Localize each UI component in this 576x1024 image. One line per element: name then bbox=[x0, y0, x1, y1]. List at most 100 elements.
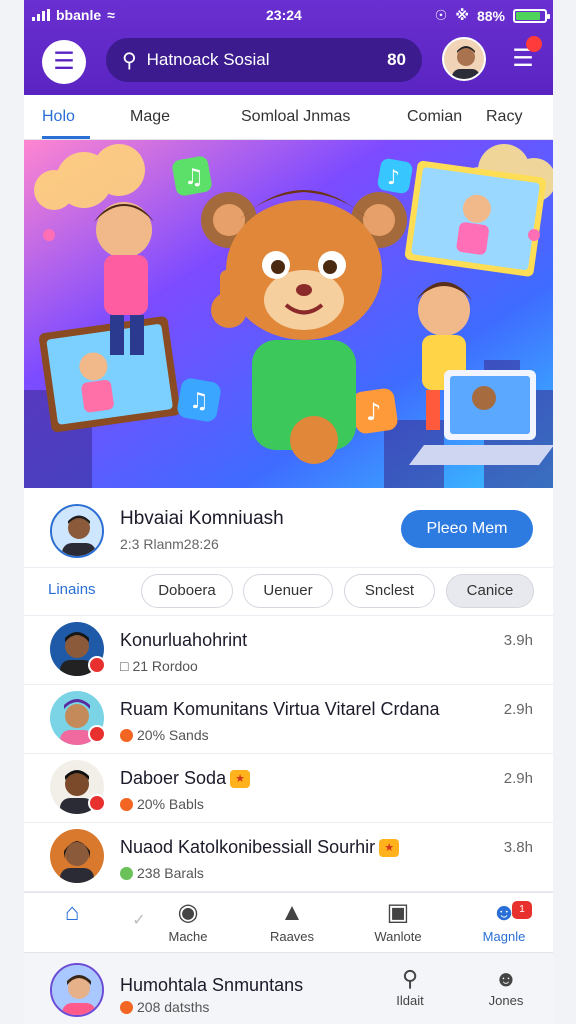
search-count: 80 bbox=[387, 50, 406, 69]
tab-bar: Holo Mage Somloal Jnmas Comian Racy bbox=[24, 95, 553, 140]
item-title-text: Daboer Soda bbox=[120, 768, 227, 788]
user-icon: ☻ bbox=[491, 899, 517, 926]
video-frame-left bbox=[39, 316, 181, 433]
mini-action-label: Ildait bbox=[396, 993, 424, 1008]
carrier-name: bbanle bbox=[56, 7, 102, 23]
feed-list: Konurluahohrint □ 21 Rordoo 3.9h Ruam Kom… bbox=[24, 616, 553, 892]
nav-label: Wanlote bbox=[374, 929, 422, 944]
gift-icon: ★ bbox=[230, 770, 251, 788]
nav-label: Mache bbox=[168, 929, 208, 944]
notification-badge bbox=[526, 36, 542, 52]
search-bar[interactable]: ⚲ Hatnoack Sosial 80 bbox=[106, 38, 422, 82]
nav-mache[interactable]: ◉ Mache bbox=[148, 899, 228, 944]
search-icon: ⚲ bbox=[401, 966, 419, 991]
item-meta: 20% Sands bbox=[120, 727, 209, 743]
svg-text:♫: ♫ bbox=[189, 389, 209, 414]
item-title: Konurluahohrint bbox=[120, 630, 248, 650]
wifi-icon: ≈ bbox=[107, 7, 115, 23]
community-title: Hbvaiai Komniuash bbox=[120, 508, 284, 529]
tab-comian[interactable]: Comian bbox=[407, 108, 462, 126]
menu-button[interactable]: ☰ bbox=[42, 40, 86, 84]
nav-label: Raaves bbox=[269, 929, 315, 944]
battery-percent: 88% bbox=[476, 7, 505, 24]
status-badge bbox=[88, 725, 106, 743]
music-tile-blue: ♪ bbox=[377, 158, 413, 194]
box-icon: ▣ bbox=[386, 899, 410, 926]
item-meta: 20% Babls bbox=[120, 796, 204, 812]
bluetooth-icon: ※ bbox=[455, 7, 469, 23]
status-badge bbox=[88, 794, 106, 812]
tab-holo[interactable]: Holo bbox=[42, 108, 75, 126]
tab-somloal-jnmas[interactable]: Somloal Jnmas bbox=[241, 108, 350, 126]
video-frame-right bbox=[404, 160, 547, 277]
clock: 23:24 bbox=[266, 7, 302, 23]
item-meta-text: 238 Barals bbox=[137, 865, 204, 881]
profile-avatar[interactable] bbox=[442, 37, 486, 81]
pot-icon: ◉ bbox=[177, 899, 199, 926]
community-avatar[interactable] bbox=[50, 504, 104, 558]
mini-avatar bbox=[50, 963, 104, 1017]
item-title: Nuaod Katolkonibessiall Sourhir ★ bbox=[120, 837, 400, 858]
list-item[interactable]: Konurluahohrint □ 21 Rordoo 3.9h bbox=[24, 616, 553, 685]
map-icon: ▲ bbox=[280, 899, 304, 926]
list-item[interactable]: Nuaod Katolkonibessiall Sourhir ★ 238 Bar… bbox=[24, 823, 553, 892]
chip-linains[interactable]: Linains bbox=[48, 574, 128, 608]
phone-screen: bbanle ≈ 23:24 ☉ ※ 88% ☰ ⚲ Hatnoack Sosi… bbox=[24, 0, 553, 1024]
item-time: 3.9h bbox=[503, 632, 533, 649]
item-time: 3.8h bbox=[503, 839, 533, 856]
mini-search-button[interactable]: ⚲ Ildait bbox=[380, 965, 440, 1008]
chip-uenuer[interactable]: Uenuer bbox=[243, 574, 333, 608]
mini-title: Humohtala Snmuntans bbox=[120, 975, 304, 995]
status-dot bbox=[120, 866, 133, 880]
status-badge bbox=[88, 656, 106, 674]
community-subtitle: 2:3 Rlanm28:26 bbox=[120, 536, 219, 552]
join-button[interactable]: Pleeo Mem bbox=[401, 510, 533, 548]
hero-illustration[interactable]: ♫ ♪ ♪ ♫ bbox=[24, 140, 553, 488]
mini-profile-button[interactable]: ☻ Jones bbox=[476, 965, 536, 1008]
mini-player[interactable]: Humohtala Snmuntans 208 datsths ⚲ Ildait… bbox=[24, 952, 553, 1024]
mini-subtitle-text: 208 datsths bbox=[137, 999, 210, 1015]
list-icon: ☰ bbox=[53, 48, 75, 75]
gift-icon: ★ bbox=[379, 839, 400, 857]
mini-subtitle: 208 datsths bbox=[120, 999, 209, 1015]
home-icon: ⌂ bbox=[64, 899, 80, 926]
svg-text:♫: ♫ bbox=[184, 165, 204, 190]
user-icon: ☻ bbox=[494, 966, 518, 991]
item-title: Ruam Komunitans Virtua Vitarel Crdana bbox=[120, 699, 440, 719]
nav-raaves[interactable]: ▲ Raaves bbox=[252, 899, 332, 944]
chip-snclest[interactable]: Snclest bbox=[344, 574, 435, 608]
nav-wanlote[interactable]: ▣ Wanlote bbox=[358, 899, 438, 944]
nav-home[interactable]: ⌂ bbox=[32, 899, 112, 929]
item-meta-text: 20% Babls bbox=[137, 796, 204, 812]
community-header: Hbvaiai Komniuash 2:3 Rlanm28:26 Pleeo M… bbox=[24, 490, 553, 568]
status-dot bbox=[120, 797, 133, 811]
app-header: bbanle ≈ 23:24 ☉ ※ 88% ☰ ⚲ Hatnoack Sosi… bbox=[24, 0, 553, 95]
music-tile-green: ♫ bbox=[172, 156, 212, 196]
tab-racy[interactable]: Racy bbox=[486, 108, 522, 126]
signal-icon bbox=[32, 9, 50, 21]
item-title-text: Nuaod Katolkonibessiall Sourhir bbox=[120, 837, 376, 857]
music-tile-orange: ♪ bbox=[352, 388, 398, 434]
list-item[interactable]: Ruam Komunitans Virtua Vitarel Crdana 20… bbox=[24, 685, 553, 754]
svg-text:♪: ♪ bbox=[387, 165, 400, 189]
battery-icon bbox=[513, 8, 550, 23]
list-item[interactable]: Daboer Soda ★ 20% Babls 2.9h bbox=[24, 754, 553, 823]
location-icon: ☉ bbox=[434, 7, 448, 23]
item-meta-text: 20% Sands bbox=[137, 727, 209, 743]
search-icon: ⚲ bbox=[122, 49, 137, 72]
chip-doboera[interactable]: Doboera bbox=[141, 574, 233, 608]
svg-text:♪: ♪ bbox=[366, 398, 381, 426]
status-bar: bbanle ≈ 23:24 ☉ ※ 88% bbox=[24, 0, 553, 30]
avatar bbox=[50, 829, 104, 883]
item-title: Daboer Soda ★ bbox=[120, 768, 251, 789]
tab-mage[interactable]: Mage bbox=[130, 108, 170, 126]
nav-label: Magnle bbox=[482, 929, 526, 944]
item-meta-text: 21 Rordoo bbox=[132, 658, 198, 674]
music-tile-blue2: ♫ bbox=[177, 378, 221, 422]
active-tab-indicator bbox=[42, 136, 90, 139]
chip-canice[interactable]: Canice bbox=[446, 574, 534, 608]
notifications-button[interactable]: ☰ bbox=[508, 36, 542, 74]
nav-magnle[interactable]: ☻ Magnle 1 bbox=[464, 899, 544, 944]
nav-badge: 1 bbox=[512, 901, 532, 919]
mini-action-label: Jones bbox=[488, 993, 524, 1008]
